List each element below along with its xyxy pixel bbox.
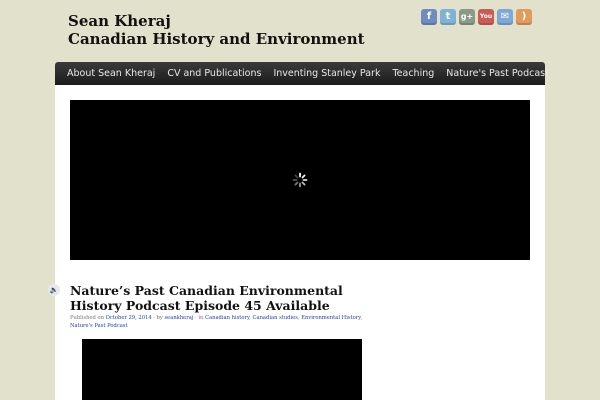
twitter-icon[interactable]: t: [440, 9, 456, 25]
nav-item-podcast[interactable]: Nature's Past Podcast: [440, 68, 555, 79]
published-label: Published on: [70, 315, 104, 321]
post-meta: Published on October 29, 2014 · by seank…: [70, 315, 363, 329]
site-title[interactable]: Sean Kheraj Canadian History and Environ…: [68, 12, 365, 48]
main-nav: About Sean Kheraj CV and Publications In…: [55, 62, 549, 85]
email-icon[interactable]: ✉: [497, 9, 513, 25]
social-icons: f t g+ You ✉ ): [421, 9, 532, 26]
category-link[interactable]: Nature's Past Podcast: [70, 323, 128, 329]
nav-item-stanley-park[interactable]: Inventing Stanley Park: [267, 68, 386, 79]
post-video-player[interactable]: [82, 339, 362, 400]
post-title[interactable]: Nature’s Past Canadian Environmental His…: [70, 283, 370, 313]
rss-icon[interactable]: ): [516, 9, 532, 25]
post-date-link[interactable]: October 29, 2014: [106, 315, 152, 321]
by-label: · by: [153, 315, 163, 321]
category-link[interactable]: Canadian studies: [253, 315, 298, 321]
audio-speaker-icon[interactable]: 🔈: [48, 284, 60, 296]
site-author-name[interactable]: Sean Kheraj: [68, 12, 365, 30]
site-tagline[interactable]: Canadian History and Environment: [68, 30, 365, 48]
post-author-link[interactable]: seankheraj: [165, 315, 194, 321]
in-label: · in: [195, 315, 204, 321]
nav-item-cv[interactable]: CV and Publications: [161, 68, 267, 79]
loading-spinner-icon: [292, 172, 308, 188]
youtube-icon[interactable]: You: [478, 9, 494, 25]
nav-item-about[interactable]: About Sean Kheraj: [61, 68, 161, 79]
featured-video-player[interactable]: [70, 100, 530, 260]
category-link[interactable]: Canadian history: [205, 315, 249, 321]
google-plus-icon[interactable]: g+: [459, 9, 475, 25]
nav-item-teaching[interactable]: Teaching: [386, 68, 440, 79]
facebook-icon[interactable]: f: [421, 9, 437, 25]
category-link[interactable]: Environmental History: [301, 315, 360, 321]
